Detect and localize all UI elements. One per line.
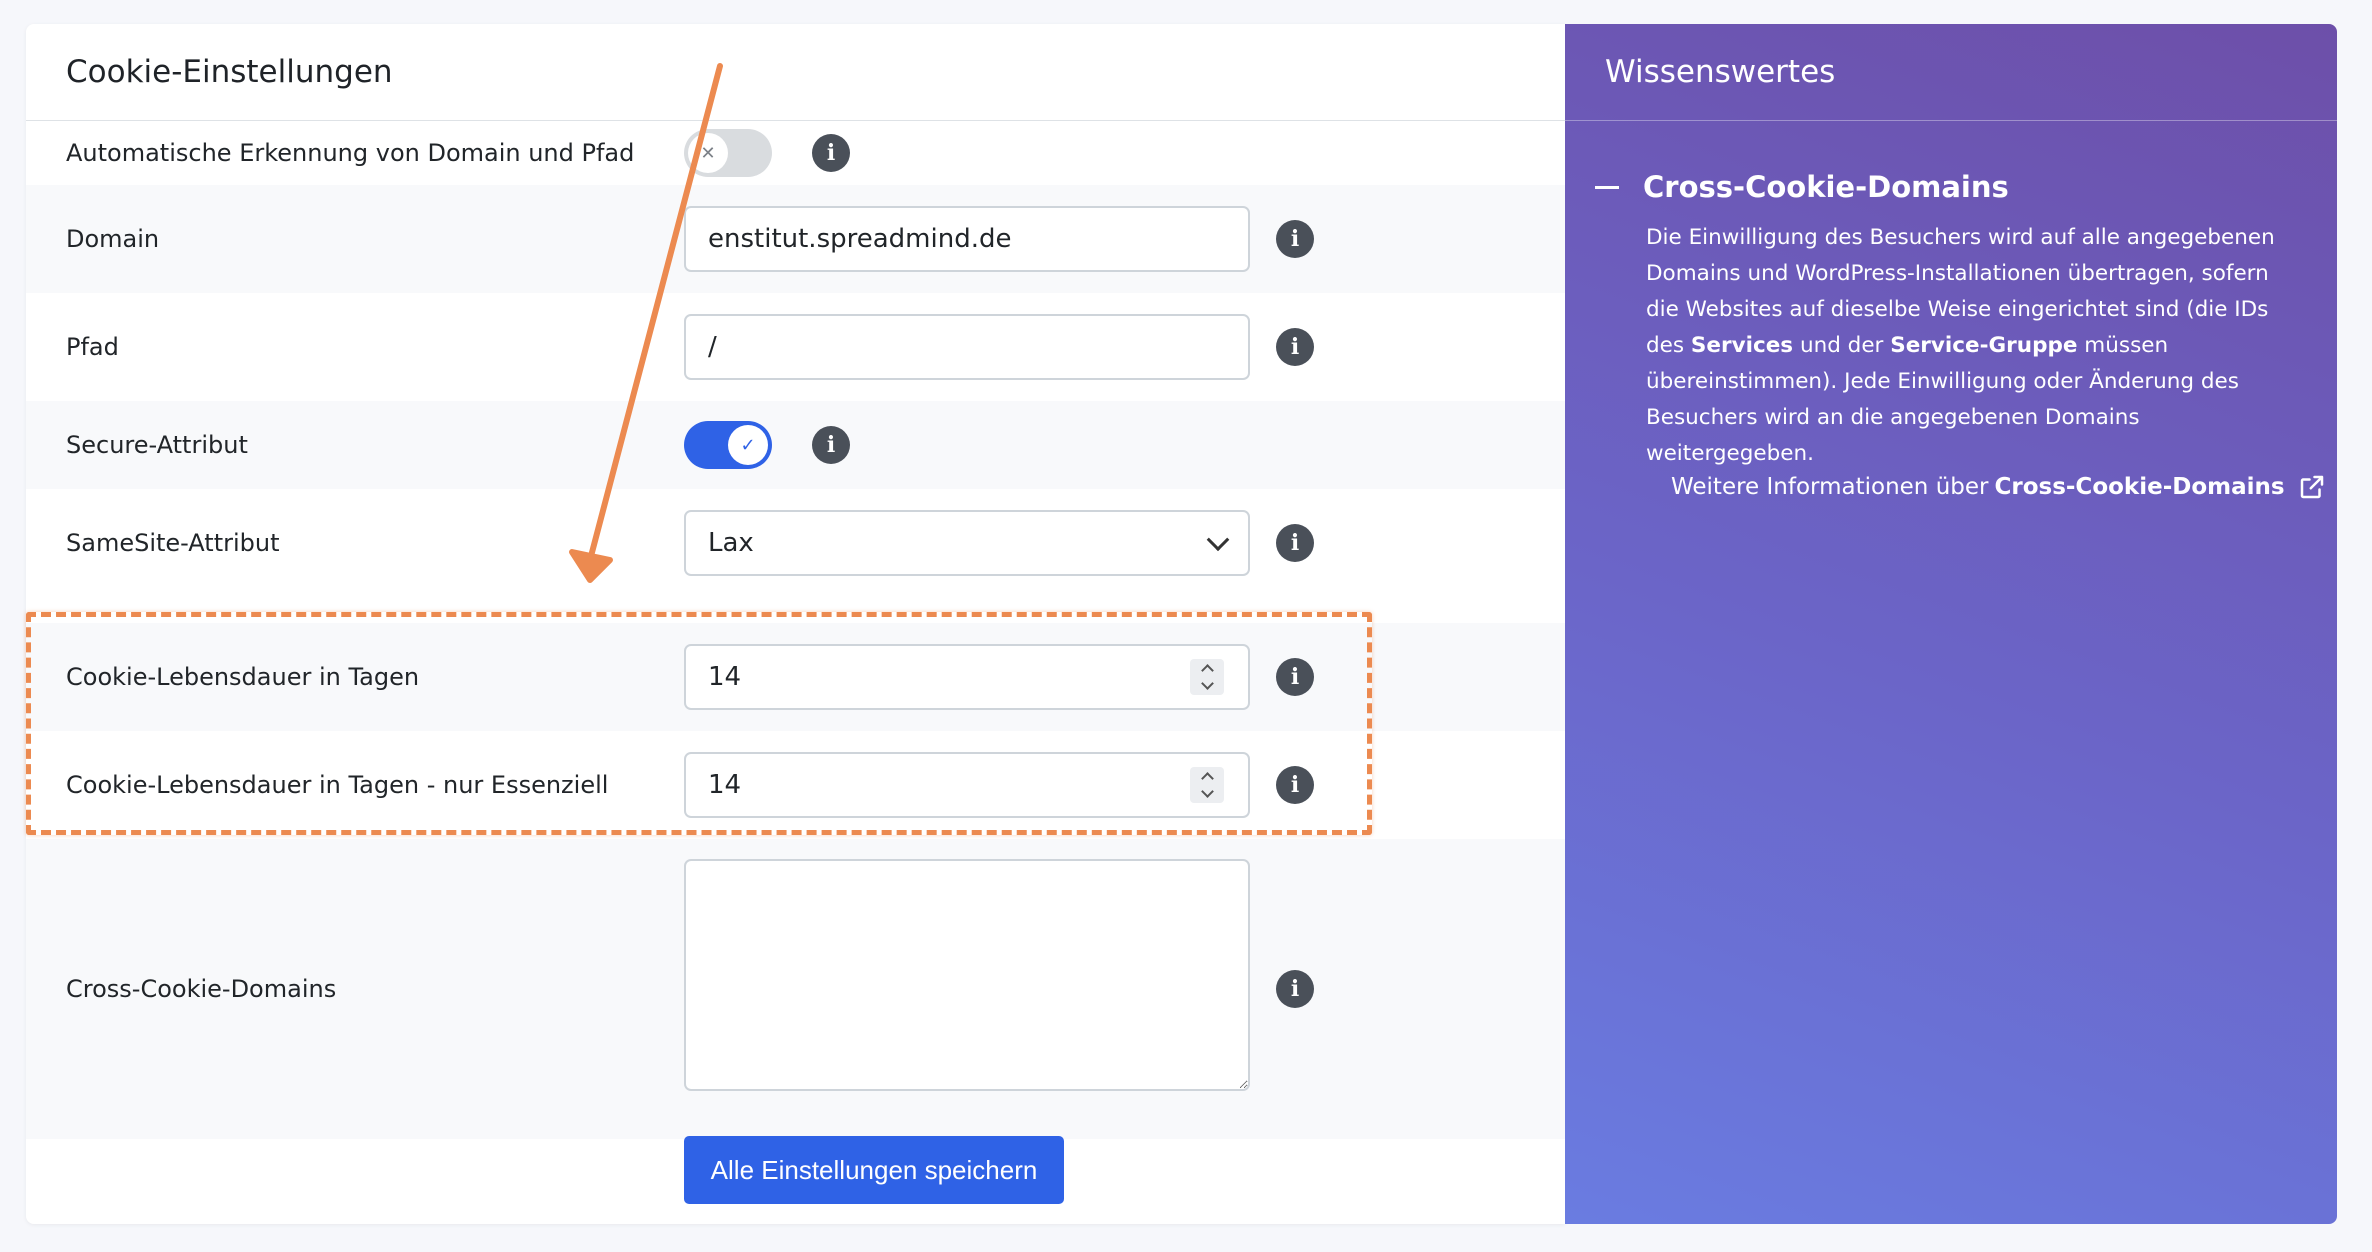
- row-label: Pfad: [66, 333, 119, 361]
- row-label: Automatische Erkennung von Domain und Pf…: [66, 139, 635, 167]
- row-cookie-lifetime: Cookie-Lebensdauer in Tagen 14 i: [26, 623, 1565, 731]
- info-icon[interactable]: i: [812, 134, 850, 172]
- text-bold: Services: [1690, 333, 1794, 358]
- row-label: Secure-Attribut: [66, 431, 248, 459]
- row-label: Cookie-Lebensdauer in Tagen - nur Essenz…: [66, 771, 609, 799]
- info-icon[interactable]: i: [1276, 658, 1314, 696]
- info-icon[interactable]: i: [1276, 220, 1314, 258]
- cookie-settings-card: Cookie-Einstellungen Automatische Erkenn…: [26, 24, 1565, 1224]
- section-text: Die Einwilligung des Besuchers wird auf …: [1646, 220, 2306, 472]
- sidebar-title: Wissenswertes: [1565, 24, 2337, 121]
- row-cookie-lifetime-essential: Cookie-Lebensdauer in Tagen - nur Essenz…: [26, 731, 1565, 839]
- cookie-lifetime-value: 14: [708, 662, 742, 692]
- info-icon[interactable]: i: [1276, 970, 1314, 1008]
- info-icon[interactable]: i: [1276, 328, 1314, 366]
- cross-cookie-domains-textarea[interactable]: [684, 859, 1250, 1091]
- row-label: Domain: [66, 225, 160, 253]
- info-icon[interactable]: i: [812, 426, 850, 464]
- row-domain: Domain enstitut.spreadmind.de i: [26, 185, 1565, 293]
- domain-input[interactable]: enstitut.spreadmind.de: [684, 206, 1250, 272]
- check-icon: ✓: [728, 425, 768, 465]
- text-bold: Service-Gruppe: [1890, 333, 2078, 358]
- samesite-value: Lax: [708, 528, 754, 558]
- section-title: Cross-Cookie-Domains: [1643, 170, 2009, 204]
- info-sidebar: Wissenswertes Cross-Cookie-Domains Die E…: [1565, 24, 2337, 1224]
- cookie-lifetime-essential-input[interactable]: 14: [684, 752, 1250, 818]
- info-icon[interactable]: i: [1276, 524, 1314, 562]
- row-cross-cookie-domains: Cross-Cookie-Domains i: [26, 839, 1565, 1139]
- row-auto-detect: Automatische Erkennung von Domain und Pf…: [26, 121, 1565, 185]
- row-samesite: SameSite-Attribut Lax i: [26, 489, 1565, 597]
- row-label: SameSite-Attribut: [66, 529, 280, 557]
- card-title: Cookie-Einstellungen: [26, 24, 1565, 121]
- cookie-lifetime-essential-value: 14: [708, 770, 742, 800]
- collapse-section-header[interactable]: Cross-Cookie-Domains: [1595, 170, 2009, 204]
- minus-icon: [1595, 185, 1619, 189]
- link-bold: Cross-Cookie-Domains: [1994, 474, 2285, 500]
- link-prefix: Weitere Informationen über: [1671, 474, 1989, 500]
- row-secure: Secure-Attribut ✓ i: [26, 401, 1565, 489]
- auto-detect-toggle[interactable]: ✕: [684, 129, 772, 177]
- chevron-down-icon: [1206, 528, 1230, 552]
- save-all-button[interactable]: Alle Einstellungen speichern: [684, 1136, 1064, 1204]
- x-icon: ✕: [688, 133, 728, 173]
- external-link-icon: [2300, 475, 2323, 499]
- row-label: Cross-Cookie-Domains: [66, 975, 337, 1003]
- samesite-select[interactable]: Lax: [684, 510, 1250, 576]
- row-label: Cookie-Lebensdauer in Tagen: [66, 663, 420, 691]
- row-path: Pfad / i: [26, 293, 1565, 401]
- cookie-lifetime-input[interactable]: 14: [684, 644, 1250, 710]
- more-info-link[interactable]: Weitere Informationen über Cross-Cookie-…: [1671, 472, 2327, 502]
- secure-toggle[interactable]: ✓: [684, 421, 772, 469]
- info-icon[interactable]: i: [1276, 766, 1314, 804]
- number-spinner[interactable]: [1190, 767, 1224, 803]
- path-input[interactable]: /: [684, 314, 1250, 380]
- number-spinner[interactable]: [1190, 659, 1224, 695]
- text-part: und der: [1793, 333, 1891, 358]
